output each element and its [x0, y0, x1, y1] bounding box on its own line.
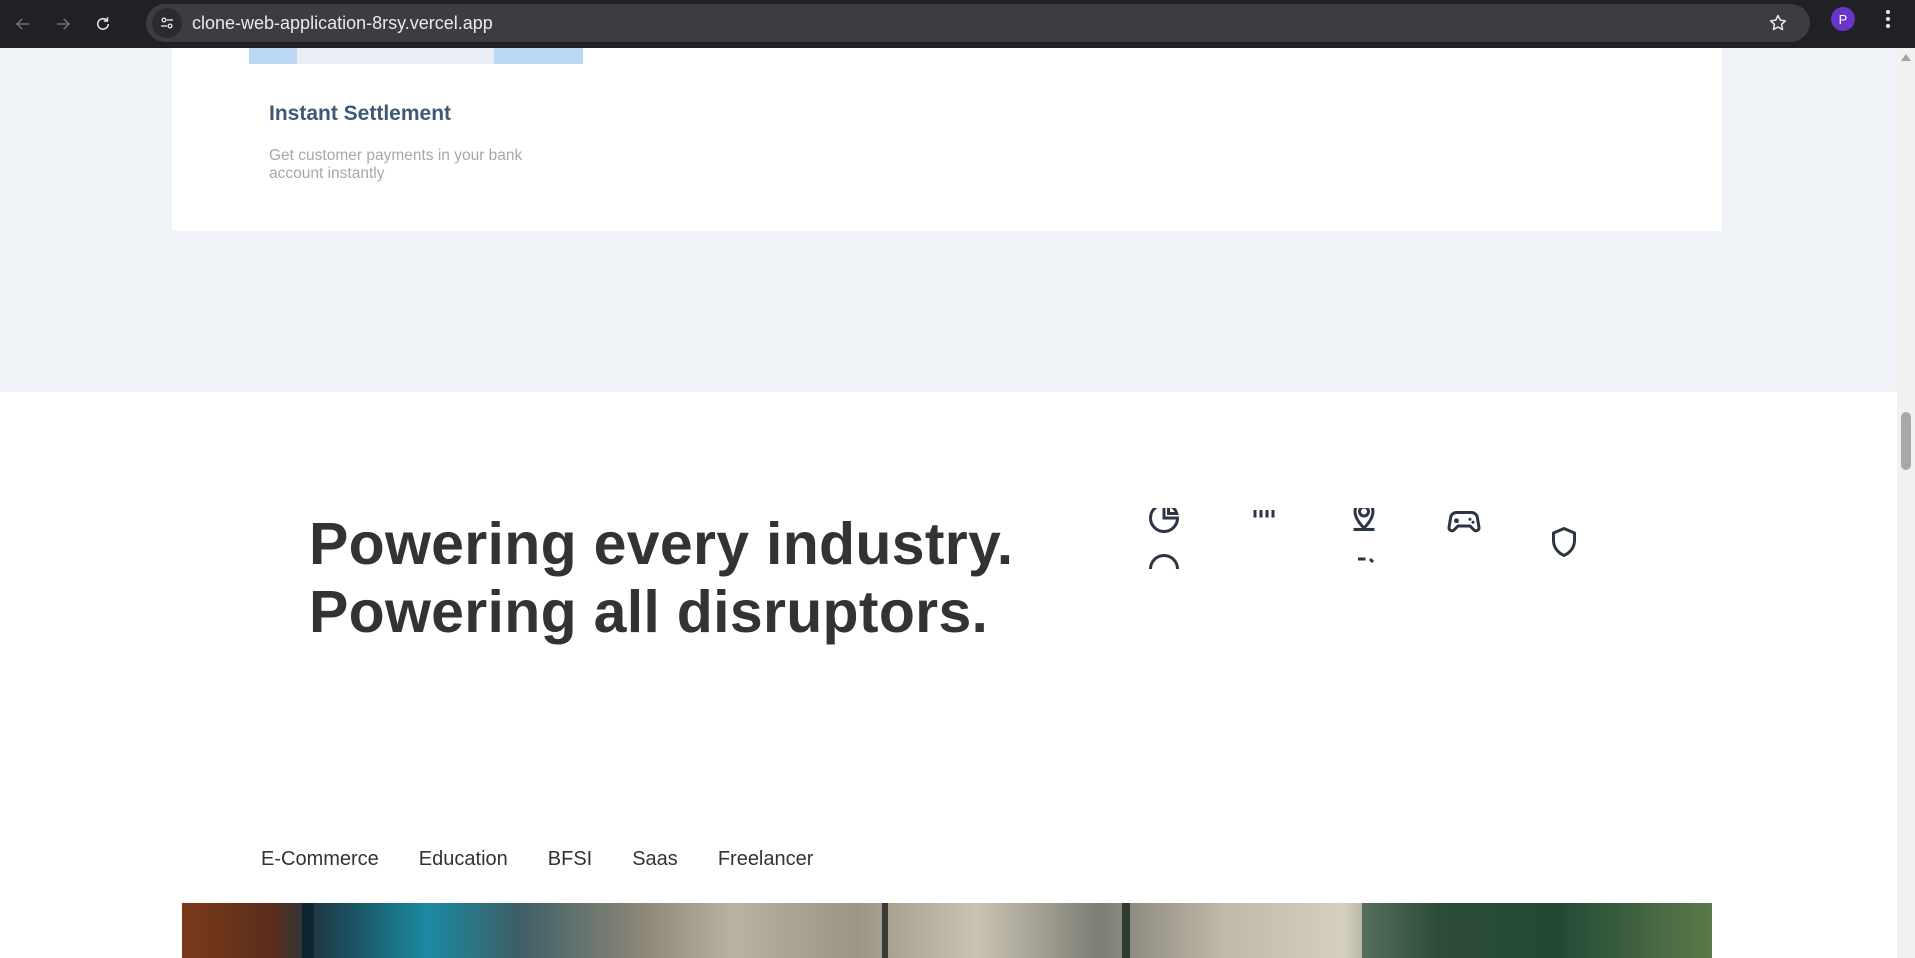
hero-headline-line2: Powering all disruptors. — [309, 579, 989, 645]
industry-icons-carousel — [1130, 508, 1590, 573]
tab-bfsi[interactable]: BFSI — [548, 848, 592, 871]
industry-tabs: E-Commerce Education BFSI Saas Freelance… — [261, 848, 813, 871]
feature-card-description: Get customer payments in your bank accou… — [269, 147, 523, 182]
tab-freelancer[interactable]: Freelancer — [718, 848, 814, 871]
address-bar[interactable]: clone-web-application-8rsy.vercel.app — [146, 4, 1810, 42]
grid-icon — [1246, 508, 1282, 522]
page-scrollbar[interactable] — [1897, 48, 1915, 958]
feature-card-title: Instant Settlement — [269, 102, 452, 125]
browser-toolbar: clone-web-application-8rsy.vercel.app P — [0, 0, 1915, 48]
forward-icon[interactable] — [46, 7, 80, 41]
hero-headline: Powering every industry. Powering all di… — [309, 510, 1013, 646]
tab-e-commerce[interactable]: E-Commerce — [261, 848, 379, 871]
url-text[interactable]: clone-web-application-8rsy.vercel.app — [192, 13, 493, 34]
scrollbar-thumb[interactable] — [1901, 412, 1911, 470]
bookmark-star-icon[interactable] — [1768, 13, 1788, 33]
hero-headline-line1: Powering every industry. — [309, 511, 1014, 577]
tab-saas[interactable]: Saas — [632, 848, 678, 871]
circle-icon — [1146, 551, 1182, 573]
industry-photo — [182, 903, 1712, 958]
scroll-up-arrow-icon[interactable] — [1901, 54, 1911, 61]
kebab-menu-icon[interactable] — [1878, 8, 1898, 30]
partial-icon — [1346, 553, 1382, 573]
feature-card: Instant Settlement Get customer payments… — [172, 48, 1722, 231]
tab-education[interactable]: Education — [419, 848, 508, 871]
site-info-icon[interactable] — [152, 8, 182, 38]
page-content: Instant Settlement Get customer payments… — [0, 48, 1897, 958]
profile-avatar[interactable]: P — [1831, 7, 1855, 31]
gamepad-icon — [1446, 508, 1482, 538]
location-pin-icon — [1346, 508, 1382, 534]
reload-icon[interactable] — [86, 7, 120, 41]
shield-icon — [1546, 524, 1582, 560]
back-icon[interactable] — [6, 7, 40, 41]
feature-card-image — [249, 48, 583, 64]
pie-chart-icon — [1146, 508, 1182, 536]
